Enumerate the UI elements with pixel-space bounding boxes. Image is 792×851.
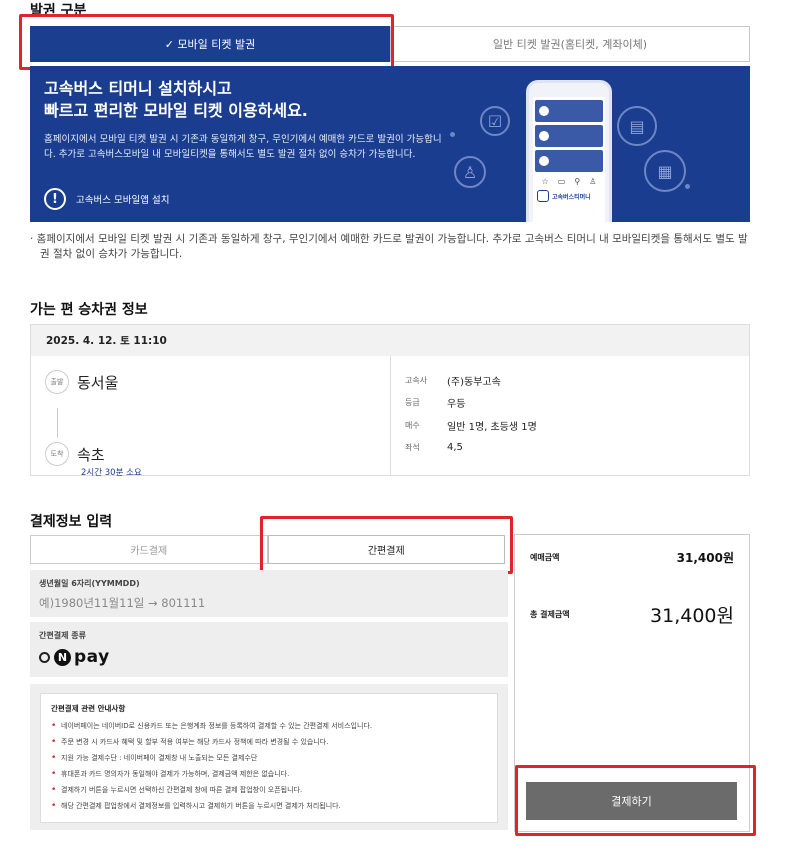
pay-button[interactable]: 결제하기 [526,782,737,820]
phone-menu-row [535,150,603,172]
app-install-link[interactable]: ! 고속버스 모바일앱 설치 [44,188,169,210]
info-value: 4,5 [447,442,463,454]
trip-route: 출발 동서울 도착 속초 2시간 30분 소요 [31,356,391,478]
tab-card-payment[interactable]: 카드결제 [30,535,268,564]
ticket-section-title: 발권 구분 [30,3,87,19]
phone-menu-row [535,125,603,147]
arrival-badge: 도착 [45,442,69,466]
info-row-grade: 등급 우등 [405,392,537,415]
tab-easy-payment[interactable]: 간편결제 [267,535,505,564]
app-install-label: 고속버스 모바일앱 설치 [76,195,170,206]
departure-badge: 출발 [45,370,69,394]
trip-info-box: 2025. 4. 12. 토 11:10 출발 동서울 도착 속초 2시간 30… [30,324,750,478]
mobile-ticket-banner: 고속버스 티머니 설치하시고 빠르고 편리한 모바일 티켓 이용하세요. 홈페이… [30,66,750,222]
phone-menu-row [535,100,603,122]
dot-icon [685,184,690,189]
tmoney-logo-icon [537,190,549,202]
check-list-icon: ☑ [480,106,510,136]
birthdate-input[interactable]: 예)1980년11월11일 → 801111 [39,595,499,611]
booking-amount-row: 예매금액 31,400원 [530,549,734,566]
ticket-icon: ▭ [557,177,566,186]
info-value: 일반 1명, 초등생 1명 [447,421,537,433]
trip-duration: 2시간 30분 소요 [81,468,142,478]
banner-headline-line2: 빠르고 편리한 모바일 티켓 이용하세요. [44,101,308,120]
star-icon: ☆ [541,177,549,186]
menu-dot-icon [539,156,549,166]
arrival-stop: 도착 속초 [45,442,105,466]
ticket-notice: · 홈페이지에서 모바일 티켓 발권 시 기존과 동일하게 창구, 무인기에서 … [30,233,748,260]
easy-pay-guide: 간편결제 관련 안내사항 네이버페이는 네이버ID로 신용카드 또는 은행계좌 … [40,693,498,823]
guide-list: 네이버페이는 네이버ID로 신용카드 또는 은행계좌 정보를 등록하여 결제할 … [51,718,487,814]
info-label: 좌석 [405,443,420,453]
bus-seat-icon: ▦ [644,150,686,192]
tab-general-ticket[interactable]: 일반 티켓 발권(홈티켓, 계좌이체) [390,26,750,62]
birthdate-label: 생년월일 6자리(YYMMDD) [39,579,140,588]
dot-icon [450,132,455,137]
bus-icon: ▤ [617,106,657,146]
arrival-terminal: 속초 [77,445,105,464]
payment-method-tabs: 카드결제 간편결제 [30,535,505,564]
guide-item: 해당 간편결제 팝업창에서 결제정보를 입력하시고 결제하기 버튼을 누르시면 … [51,798,487,814]
banner-headline: 고속버스 티머니 설치하시고 빠르고 편리한 모바일 티켓 이용하세요. [44,78,444,122]
info-label: 매수 [405,420,420,430]
trip-section-title: 가는 편 승차권 정보 [30,302,148,318]
info-value: 우등 [447,399,466,411]
ticket-type-tabs: ✓ 모바일 티켓 발권 일반 티켓 발권(홈티켓, 계좌이체) [30,26,750,62]
easy-pay-guide-wrap: 간편결제 관련 안내사항 네이버페이는 네이버ID로 신용카드 또는 은행계좌 … [30,684,508,830]
guide-item: 휴대폰과 카드 명의자가 동일해야 결제가 가능하며, 결제금액 제한은 없습니… [51,766,487,782]
phone-mockup: ☆ ▭ ⚲ ♙ 고속버스티머니 [526,80,612,222]
total-amount-label: 총 결제금액 [530,610,570,619]
menu-dot-icon [539,131,549,141]
search-icon: ⚲ [574,177,581,186]
info-label: 고속사 [405,375,428,385]
payment-section-title: 결제정보 입력 [30,514,113,530]
booking-amount-label: 예매금액 [530,553,560,562]
user-icon: ♙ [589,177,597,186]
guide-item: 결제하기 버튼을 누르시면 선택하신 간편결제 창에 따른 결제 팝업창이 오픈… [51,782,487,798]
booking-amount-value: 31,400원 [676,551,734,565]
departure-terminal: 동서울 [77,373,119,392]
info-row-company: 고속사 (주)동부고속 [405,369,537,392]
info-value: (주)동부고속 [447,376,501,388]
phone-icon-bar: ☆ ▭ ⚲ ♙ [533,175,605,188]
info-row-count: 매수 일반 1명, 초등생 1명 [405,414,537,437]
naver-n-logo: N [54,648,71,666]
phone-screen: ☆ ▭ ⚲ ♙ 고속버스티머니 [533,97,605,222]
npay-logo-text: pay [74,647,110,667]
banner-headline-line1: 고속버스 티머니 설치하시고 [44,79,232,98]
trip-datetime: 2025. 4. 12. 토 11:10 [31,325,749,356]
exclamation-icon: ! [44,188,66,210]
banner-description: 홈페이지에서 모바일 티켓 발권 시 기존과 동일하게 창구, 무인기에서 예매… [44,134,442,160]
birthdate-field[interactable]: 생년월일 6자리(YYMMDD) 예)1980년11월11일 → 801111 [30,570,508,617]
guide-item: 네이버페이는 네이버ID로 신용카드 또는 은행계좌 정보를 등록하여 결제할 … [51,718,487,734]
guide-item: 지원 가능 결제수단 : 네이버페이 결제창 내 노출되는 모든 결제수단 [51,750,487,766]
trip-details: 고속사 (주)동부고속 등급 우등 매수 일반 1명, 초등생 1명 좌석 4,… [405,369,537,459]
person-icon: ♙ [454,156,486,188]
npay-option[interactable]: N pay [39,647,499,667]
total-amount-row: 총 결제금액 31,400원 [530,601,734,628]
payment-summary: 예매금액 31,400원 총 결제금액 31,400원 결제하기 [514,534,750,832]
guide-title: 간편결제 관련 안내사항 [51,704,126,713]
total-amount-value: 31,400원 [650,605,734,627]
radio-button-icon[interactable] [39,651,50,663]
phone-brand-label: 고속버스티머니 [552,193,591,201]
departure-stop: 출발 동서울 [45,370,118,394]
tab-mobile-ticket[interactable]: ✓ 모바일 티켓 발권 [30,26,390,62]
phone-brand: 고속버스티머니 [533,188,605,204]
easy-pay-type-field: 간편결제 종류 N pay [30,622,508,677]
route-line [57,408,58,438]
easy-pay-type-label: 간편결제 종류 [39,631,86,640]
guide-item: 주문 변경 시 카드사 혜택 및 할부 적용 여부는 해당 카드사 정책에 따라… [51,734,487,750]
info-label: 등급 [405,398,420,408]
menu-dot-icon [539,106,549,116]
info-row-seat: 좌석 4,5 [405,437,537,460]
